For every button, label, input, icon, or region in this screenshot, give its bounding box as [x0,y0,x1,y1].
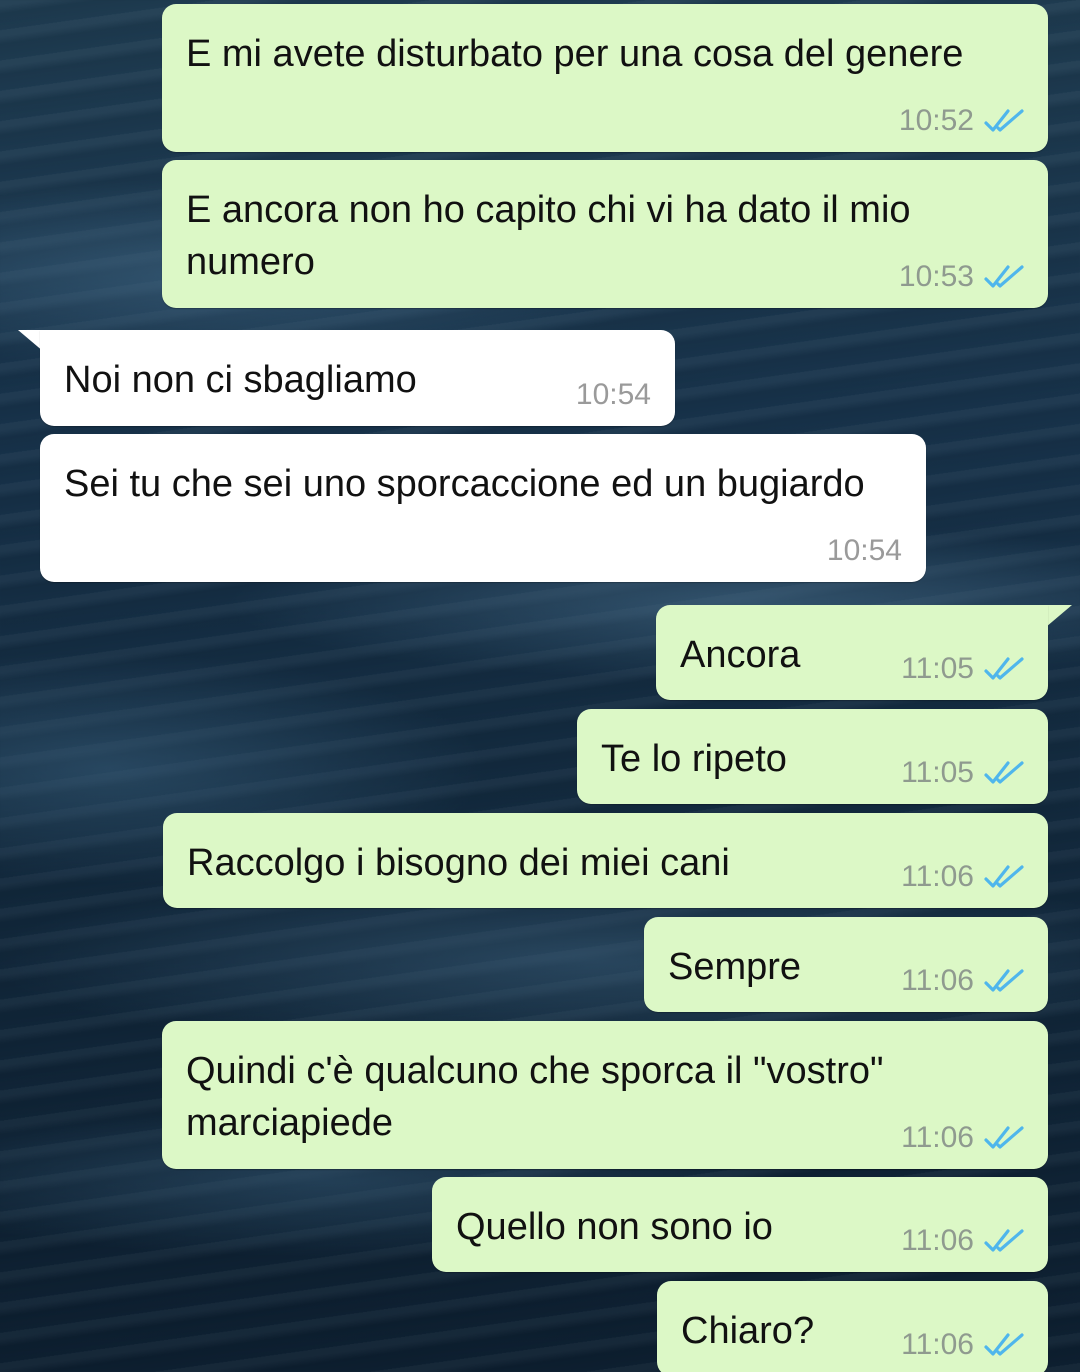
message-text: Quindi c'è qualcuno che sporca il "vostr… [186,1050,895,1144]
chat-conversation: E mi avete disturbato per una cosa del g… [0,0,1080,1372]
message-bubble-outgoing[interactable]: Ancora 11:05 [656,605,1048,700]
message-meta: 11:06 [901,860,1026,894]
message-meta: 11:06 [901,1328,1026,1362]
message-meta: 10:53 [899,260,1026,294]
message-bubble-incoming[interactable]: Sei tu che sei uno sporcaccione ed un bu… [40,434,926,582]
message-text: Raccolgo i bisogno dei miei cani [187,842,730,884]
double-check-read-icon [984,657,1024,680]
double-check-read-icon [984,1126,1024,1149]
message-time: 11:05 [901,652,974,685]
double-check-read-icon [984,1229,1024,1252]
message-time: 10:54 [575,378,651,411]
message-time: 11:06 [901,964,974,997]
message-time: 11:06 [901,1224,974,1257]
double-check-read-icon [984,265,1024,288]
message-text: Sei tu che sei uno sporcaccione ed un bu… [64,463,865,505]
message-time: 10:53 [898,260,974,293]
message-meta: 10:54 [827,534,902,568]
bubble-tail [1046,605,1072,627]
message-text: E mi avete disturbato per una cosa del g… [186,33,964,75]
message-bubble-outgoing[interactable]: Te lo ripeto 11:05 [577,709,1048,804]
message-meta: 11:06 [901,964,1026,998]
message-time: 11:06 [901,1328,974,1361]
message-bubble-outgoing[interactable]: Sempre 11:06 [644,917,1048,1012]
message-time: 10:52 [898,104,974,137]
message-time: 10:54 [826,534,902,567]
message-bubble-outgoing[interactable]: Chiaro? 11:06 [657,1281,1048,1372]
message-time: 11:06 [901,1121,974,1154]
double-check-read-icon [984,865,1024,888]
message-bubble-incoming[interactable]: Noi non ci sbagliamo 10:54 [40,330,675,426]
message-bubble-outgoing[interactable]: E mi avete disturbato per una cosa del g… [162,4,1048,152]
message-meta: 11:05 [901,756,1026,790]
double-check-read-icon [984,969,1024,992]
message-text: Noi non ci sbagliamo [64,359,417,401]
double-check-read-icon [984,109,1024,132]
message-meta: 10:52 [899,104,1026,138]
message-meta: 10:54 [576,378,651,412]
double-check-read-icon [984,1333,1024,1356]
message-bubble-outgoing[interactable]: Quindi c'è qualcuno che sporca il "vostr… [162,1021,1048,1169]
double-check-read-icon [984,761,1024,784]
message-time: 11:05 [901,756,974,789]
message-meta: 11:06 [901,1224,1026,1258]
message-meta: 11:05 [901,652,1026,686]
message-time: 11:06 [901,860,974,893]
message-meta: 11:06 [901,1121,1026,1155]
message-bubble-outgoing[interactable]: E ancora non ho capito chi vi ha dato il… [162,160,1048,308]
message-bubble-outgoing[interactable]: Quello non sono io 11:06 [432,1177,1048,1272]
message-bubble-outgoing[interactable]: Raccolgo i bisogno dei miei cani 11:06 [163,813,1048,908]
